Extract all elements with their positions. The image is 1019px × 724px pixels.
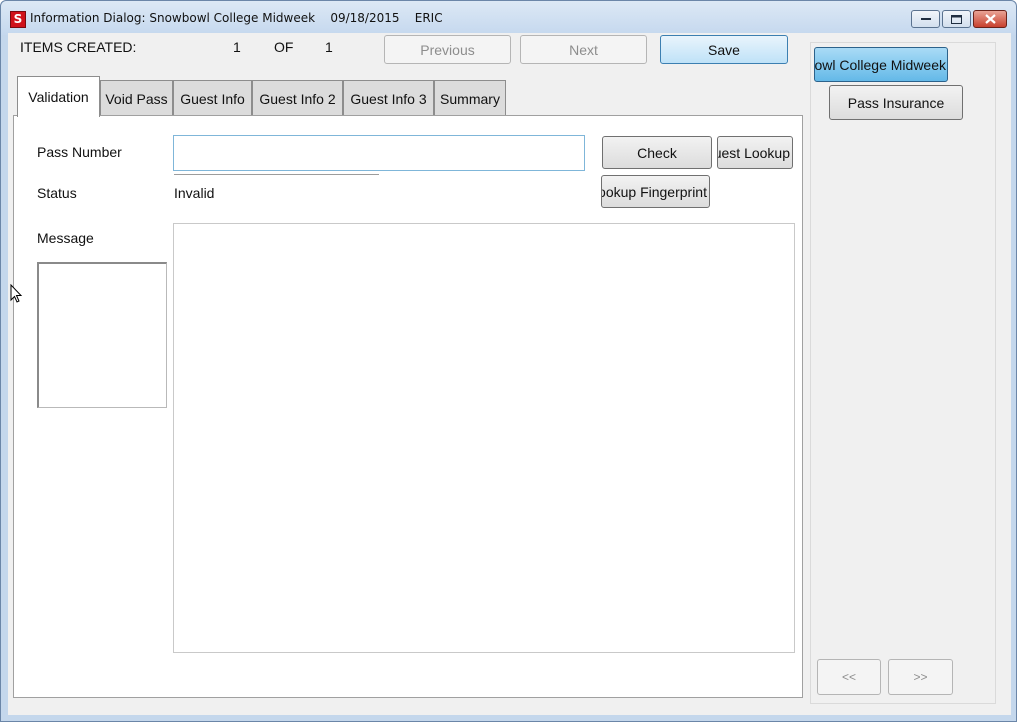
status-label: Status: [37, 185, 77, 201]
status-value: Invalid: [174, 185, 215, 201]
page-prev-button[interactable]: <<: [817, 659, 881, 695]
tab-summary[interactable]: Summary: [434, 80, 506, 117]
message-label: Message: [37, 230, 94, 246]
previous-button[interactable]: Previous: [384, 35, 511, 64]
snowbowl-college-midweek-button[interactable]: Snowbowl College Midweek: [814, 47, 948, 82]
dialog-client-area: ITEMS CREATED: 1 OF 1 Previous Next Save…: [8, 33, 1011, 715]
pass-number-label: Pass Number: [37, 144, 122, 160]
dialog-window: S Information Dialog: Snowbowl College M…: [0, 0, 1017, 722]
tab-guest-info[interactable]: Guest Info: [173, 80, 252, 117]
validation-tab-panel: Pass Number Status Invalid Message Check…: [13, 115, 803, 698]
tab-guest-info-3[interactable]: Guest Info 3: [343, 80, 434, 117]
check-button[interactable]: Check: [602, 136, 712, 169]
title-bar[interactable]: S Information Dialog: Snowbowl College M…: [1, 1, 1016, 35]
tab-guest-info-2[interactable]: Guest Info 2: [252, 80, 343, 117]
close-button[interactable]: [973, 10, 1007, 28]
total-item-count: 1: [325, 39, 333, 55]
minimize-button[interactable]: [911, 10, 940, 28]
window-title: Information Dialog: Snowbowl College Mid…: [30, 11, 443, 25]
tab-void-pass[interactable]: Void Pass: [100, 80, 173, 117]
minimize-icon: [920, 18, 931, 20]
next-button[interactable]: Next: [520, 35, 647, 64]
save-button[interactable]: Save: [660, 35, 788, 64]
of-label: OF: [274, 39, 294, 55]
pass-number-input[interactable]: [173, 135, 585, 171]
close-icon: [984, 14, 996, 24]
status-divider: [174, 174, 379, 175]
message-side-box: [37, 262, 167, 408]
mouse-cursor-icon: [10, 284, 23, 303]
page-next-button[interactable]: >>: [888, 659, 953, 695]
app-logo-icon: S: [10, 11, 26, 28]
tab-validation[interactable]: Validation: [17, 76, 100, 117]
pass-insurance-button[interactable]: Pass Insurance: [829, 85, 963, 120]
restore-icon: [951, 14, 962, 24]
message-textarea[interactable]: [173, 223, 795, 653]
items-created-label: ITEMS CREATED:: [20, 39, 137, 55]
right-side-panel: Snowbowl College Midweek Pass Insurance …: [810, 42, 996, 704]
maximize-button[interactable]: [942, 10, 971, 28]
current-item-count: 1: [233, 39, 241, 55]
lookup-fingerprint-button[interactable]: Lookup Fingerprint: [601, 175, 710, 208]
guest-lookup-button[interactable]: Guest Lookup: [717, 136, 793, 169]
